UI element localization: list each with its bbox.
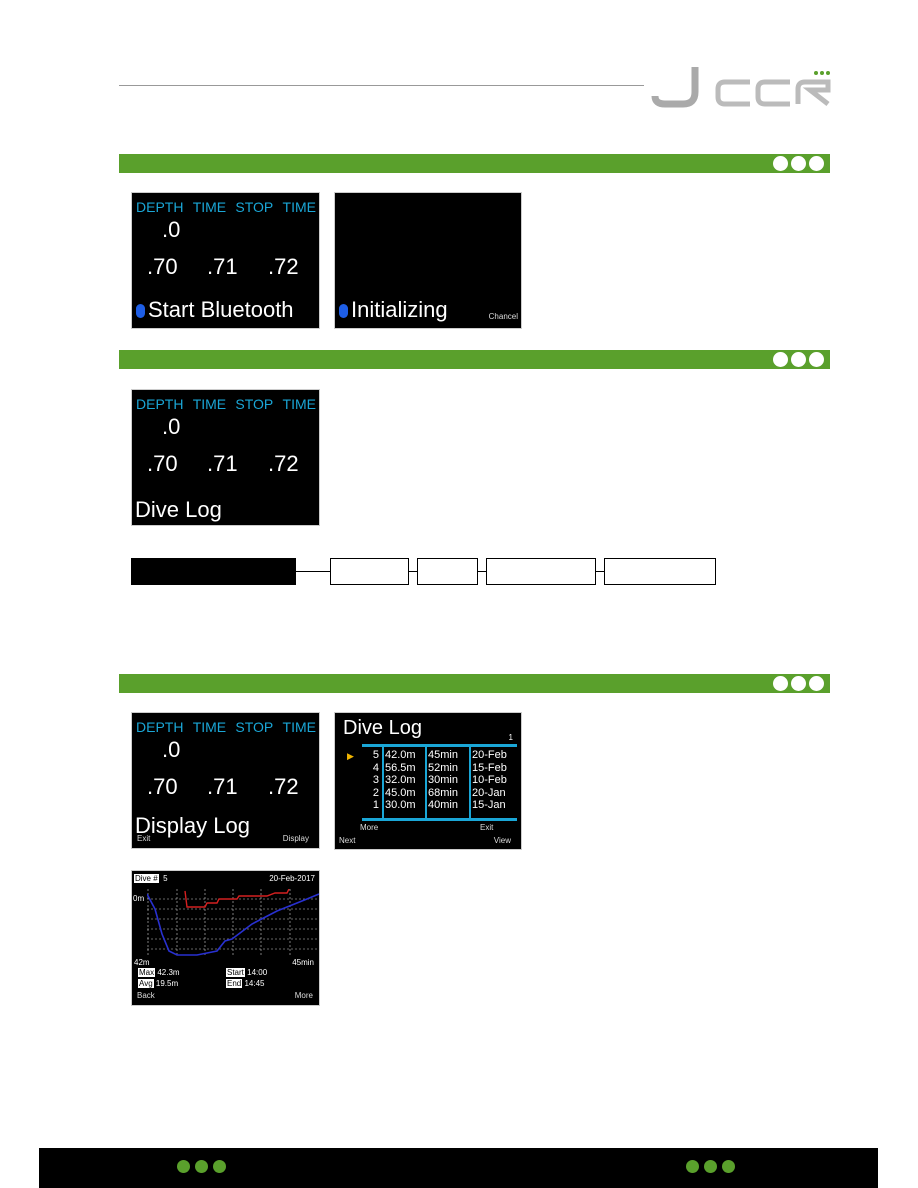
axis-max-depth: 42m xyxy=(134,958,150,967)
value-1: .70 xyxy=(147,254,178,279)
flow-box-4 xyxy=(486,558,596,585)
hdr-depth: DEPTH xyxy=(136,719,184,735)
dive-profile-graph xyxy=(147,889,319,957)
value-3: .72 xyxy=(268,451,299,476)
screen-initializing: Initializing Chancel xyxy=(334,192,522,329)
hdr-time: TIME xyxy=(192,199,227,215)
cancel-softkey: Chancel xyxy=(488,312,518,321)
flow-box-1 xyxy=(131,558,296,585)
avg-label: Avg xyxy=(138,979,154,988)
more-softkey: More xyxy=(360,823,379,832)
hdr-time2: TIME xyxy=(282,199,316,215)
screen-display-log: DEPTH TIME STOP TIME .0 .70 .71 .72 Display… xyxy=(131,712,320,849)
status-label: Initializing xyxy=(351,297,448,322)
menu-label: Dive Log xyxy=(135,497,222,522)
end-time: 14:45 xyxy=(244,979,265,988)
section-bar-2 xyxy=(119,350,830,369)
page-number: 1 xyxy=(508,733,513,742)
table-row[interactable]: 4 56.5m 52min 15-Feb xyxy=(365,762,510,775)
max-depth: 42.3m xyxy=(157,968,180,977)
exit-softkey: Exit xyxy=(137,834,151,843)
bluetooth-icon xyxy=(136,304,145,319)
header-rule xyxy=(119,85,644,86)
start-time: 14:00 xyxy=(247,968,268,977)
table-row[interactable]: 5 42.0m 45min 20-Feb xyxy=(365,749,510,762)
value-1: .70 xyxy=(147,774,178,799)
dive-number: 5 xyxy=(163,874,168,883)
dive-date: 20-Feb-2017 xyxy=(269,874,315,883)
bluetooth-icon xyxy=(339,304,348,319)
axis-duration: 45min xyxy=(292,958,314,967)
start-label: Start xyxy=(226,968,245,977)
menu-label: Display Log xyxy=(135,813,250,838)
flow-connector xyxy=(296,571,330,572)
table-row[interactable]: 1 30.0m 40min 15-Jan xyxy=(365,799,510,812)
hdr-depth: DEPTH xyxy=(136,199,184,215)
display-softkey: Display xyxy=(282,834,309,843)
back-softkey: Back xyxy=(137,991,155,1000)
max-label: Max xyxy=(138,968,156,977)
hdr-stop: STOP xyxy=(235,719,274,735)
flow-connector xyxy=(409,571,417,572)
jccr-logo xyxy=(651,67,831,108)
flow-connector xyxy=(596,571,604,572)
hdr-time: TIME xyxy=(192,719,227,735)
hdr-stop: STOP xyxy=(235,199,274,215)
screen-dive-log-menu: DEPTH TIME STOP TIME .0 .70 .71 .72 Dive Lo… xyxy=(131,389,320,526)
menu-label: Start Bluetooth xyxy=(148,297,294,322)
value-1: .70 xyxy=(147,451,178,476)
more-softkey: More xyxy=(294,991,313,1000)
next-softkey: Next xyxy=(339,836,356,845)
screen-dive-graph: Dive # 5 20-Feb-2017 0m 42m 45min Max 42… xyxy=(131,870,320,1006)
flow-box-3 xyxy=(417,558,478,585)
value-2: .71 xyxy=(207,774,238,799)
view-softkey: View xyxy=(493,836,511,845)
section-bar-3 xyxy=(119,674,830,693)
table-row[interactable]: 2 45.0m 68min 20-Jan xyxy=(365,787,510,800)
hdr-stop: STOP xyxy=(235,396,274,412)
flow-box-5 xyxy=(604,558,716,585)
screen-dive-log-list: Dive Log 1 ▶ 5 42.0m 45min 20-Feb 4 56.5m 52m… xyxy=(334,712,522,850)
avg-depth: 19.5m xyxy=(155,979,179,988)
exit-softkey: Exit xyxy=(480,823,494,832)
value-2: .71 xyxy=(207,254,238,279)
end-label: End xyxy=(226,979,243,988)
value-top: .0 xyxy=(162,414,181,439)
divelog-title: Dive Log xyxy=(343,717,422,739)
value-3: .72 xyxy=(268,254,299,279)
flow-connector xyxy=(478,571,486,572)
value-top: .0 xyxy=(162,217,181,242)
hdr-time: TIME xyxy=(192,396,227,412)
hdr-time2: TIME xyxy=(282,396,316,412)
axis-top-depth: 0m xyxy=(133,894,145,903)
hdr-depth: DEPTH xyxy=(136,396,184,412)
section-bar-1 xyxy=(119,154,830,173)
table-row[interactable]: 3 32.0m 30min 10-Feb xyxy=(365,774,510,787)
value-2: .71 xyxy=(207,451,238,476)
footer-bar xyxy=(39,1148,878,1188)
value-3: .72 xyxy=(268,774,299,799)
dive-label: Dive # xyxy=(134,874,159,883)
hdr-time2: TIME xyxy=(282,719,316,735)
flow-box-2 xyxy=(330,558,409,585)
value-top: .0 xyxy=(162,737,181,762)
selection-arrow-icon: ▶ xyxy=(347,751,354,761)
screen-start-bluetooth: DEPTH TIME STOP TIME .0 .70 .71 .72 Start B… xyxy=(131,192,320,329)
divelog-table: 5 42.0m 45min 20-Feb 4 56.5m 52min 15-Feb 3 32.… xyxy=(365,749,510,812)
ceiling-line xyxy=(184,889,290,908)
